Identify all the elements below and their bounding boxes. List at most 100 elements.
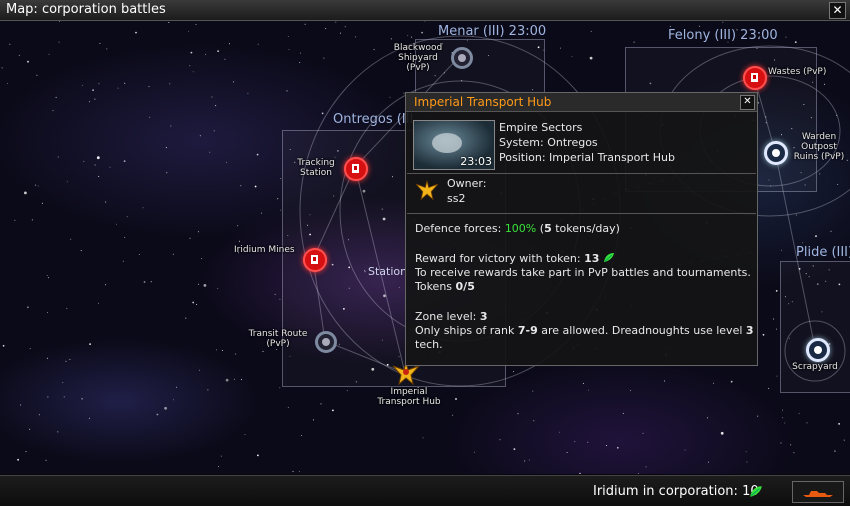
- fleet-button[interactable]: [792, 481, 844, 503]
- close-icon[interactable]: ✕: [829, 2, 846, 19]
- node-wastes[interactable]: [743, 66, 767, 90]
- star: [247, 92, 249, 94]
- star: [798, 412, 800, 414]
- owner-label: Owner:: [447, 177, 487, 190]
- star: [757, 415, 759, 417]
- star: [579, 472, 581, 474]
- star: [256, 153, 259, 156]
- star: [45, 459, 47, 461]
- star: [66, 307, 68, 309]
- star: [279, 298, 281, 300]
- star: [582, 382, 584, 384]
- star: [217, 287, 219, 289]
- star: [389, 96, 391, 98]
- star: [235, 353, 237, 355]
- node-scrapyard[interactable]: [806, 338, 830, 362]
- star: [217, 50, 220, 52]
- star: [731, 380, 733, 382]
- star: [684, 449, 686, 451]
- star: [207, 389, 209, 391]
- node-warden-outpost[interactable]: [764, 141, 788, 165]
- star: [410, 36, 412, 38]
- star: [9, 43, 11, 45]
- star: [1, 67, 3, 69]
- star: [524, 460, 526, 462]
- star: [46, 275, 48, 277]
- star: [164, 406, 168, 410]
- star: [802, 242, 804, 244]
- iridium-in-corporation: Iridium in corporation: 10: [593, 484, 759, 499]
- star: [320, 403, 322, 405]
- star: [782, 417, 784, 419]
- star: [106, 48, 108, 50]
- star: [14, 219, 16, 221]
- star: [105, 201, 107, 203]
- label-scrapyard: Scrapyard: [792, 362, 838, 372]
- star: [233, 378, 235, 380]
- star: [46, 357, 48, 359]
- star: [201, 258, 203, 260]
- star: [190, 51, 193, 54]
- star: [24, 191, 27, 195]
- star: [474, 451, 475, 453]
- star: [57, 431, 59, 433]
- star: [707, 417, 709, 419]
- star: [277, 198, 279, 200]
- star: [88, 101, 90, 103]
- star: [55, 96, 57, 98]
- star: [292, 470, 294, 472]
- node-blackwood-shipyard[interactable]: [451, 47, 473, 69]
- rank-restriction-line: Only ships of rank 7-9 are allowed. Drea…: [415, 324, 754, 337]
- star: [98, 175, 100, 177]
- star: [642, 432, 644, 434]
- star: [59, 21, 61, 22]
- region-felony-label: Felony (III) 23:00: [668, 28, 778, 43]
- popup-title-bar: Imperial Transport Hub ✕: [406, 93, 757, 112]
- label-warden-outpost: Warden Outpost Ruins (PvP): [793, 132, 845, 162]
- star: [98, 83, 100, 85]
- star: [62, 382, 64, 384]
- star: [116, 223, 117, 225]
- asteroid-image: [432, 133, 462, 153]
- star: [37, 185, 39, 187]
- star: [48, 53, 50, 55]
- divider: [407, 213, 756, 214]
- label-wastes: Wastes (PvP): [768, 67, 827, 77]
- star: [288, 49, 290, 51]
- star: [616, 446, 619, 449]
- star: [499, 439, 501, 441]
- star: [216, 349, 218, 351]
- node-iridium-mines[interactable]: [303, 248, 327, 272]
- label-iridium-mines: Iridium Mines: [234, 245, 295, 255]
- star: [124, 82, 126, 84]
- star: [571, 56, 573, 58]
- star: [286, 90, 288, 92]
- star: [98, 302, 99, 304]
- star: [80, 250, 82, 252]
- star: [172, 399, 174, 401]
- star: [29, 348, 31, 350]
- star: [606, 445, 608, 446]
- popup-close-icon[interactable]: ✕: [740, 95, 755, 110]
- label-blackwood-shipyard: Blackwood Shipyard (PvP): [393, 43, 443, 73]
- star: [745, 451, 747, 453]
- star: [313, 419, 314, 421]
- owner-emblem-icon: [415, 180, 439, 201]
- star: [669, 25, 671, 27]
- star: [197, 231, 199, 233]
- iridium-leaf-icon: [750, 486, 762, 497]
- star: [20, 404, 21, 406]
- star: [27, 306, 29, 309]
- star: [156, 413, 159, 416]
- star: [192, 71, 194, 73]
- star: [198, 283, 200, 285]
- star: [58, 41, 60, 43]
- node-tracking-station[interactable]: [344, 157, 368, 181]
- star: [149, 116, 151, 118]
- node-transit-route[interactable]: [315, 331, 337, 353]
- star: [150, 281, 152, 283]
- star: [124, 236, 126, 238]
- star: [300, 52, 301, 54]
- star: [780, 442, 782, 444]
- ship-icon: [803, 491, 833, 497]
